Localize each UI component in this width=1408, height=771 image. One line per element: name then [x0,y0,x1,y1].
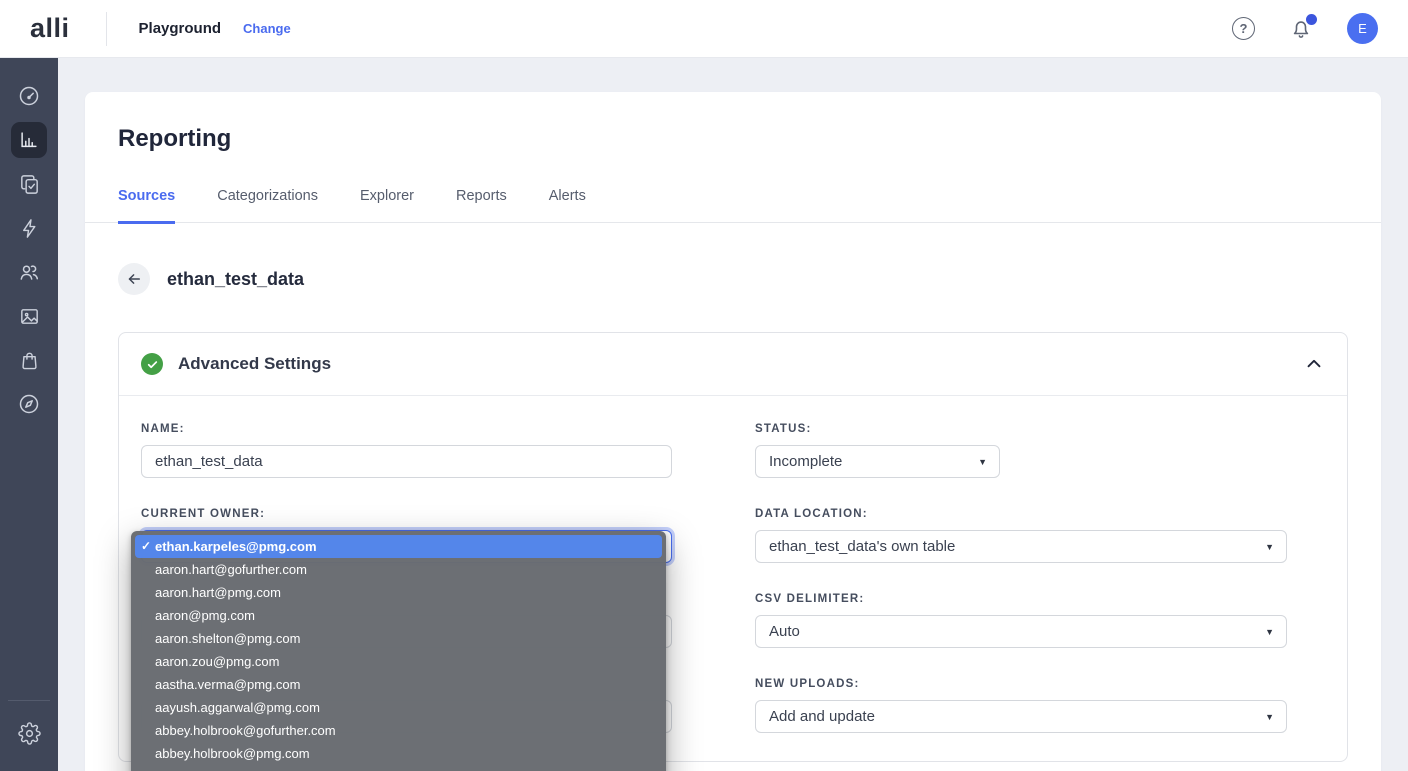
help-icon[interactable]: ? [1232,17,1255,40]
status-field-group: STATUS: Incomplete ▼ [755,422,1287,478]
tab-bar: Sources Categorizations Explorer Reports… [85,180,1381,223]
tab-categorizations[interactable]: Categorizations [217,180,318,222]
owner-option[interactable]: aaron.zou@pmg.com [135,650,662,673]
advanced-settings-card: Advanced Settings NAME: STATUS: [118,332,1348,762]
check-circle-icon [141,353,163,375]
owner-option[interactable]: aaron.hart@pmg.com [135,581,662,604]
advanced-settings-title: Advanced Settings [178,354,331,374]
source-header: ethan_test_data [118,263,1348,295]
owner-option-label: ethan.karpeles@pmg.com [155,539,317,554]
sidebar-item-reporting[interactable] [11,122,47,158]
top-header: alli Playground Change ? E [0,0,1408,58]
data-location-label: DATA LOCATION: [755,507,1287,521]
users-icon [17,260,41,284]
current-owner-field-group: CURRENT OWNER: ▼ ✓ ethan.karpeles@pmg.co… [141,507,672,563]
new-uploads-label: NEW UPLOADS: [755,677,1287,691]
sidebar-item-settings[interactable] [11,715,47,751]
back-button[interactable] [118,263,150,295]
tab-reports[interactable]: Reports [456,180,507,222]
notification-badge [1306,14,1317,25]
caret-down-icon: ▼ [1265,712,1274,722]
owner-option-label: abbey.holbrook@gofurther.com [155,723,336,738]
sidebar-item-creative[interactable] [11,298,47,334]
user-avatar[interactable]: E [1347,13,1378,44]
owner-option-selected[interactable]: ✓ ethan.karpeles@pmg.com [135,535,662,558]
lightning-icon [18,217,41,240]
owner-option-label: aaron.shelton@pmg.com [155,631,300,646]
chevron-up-icon[interactable] [1303,353,1325,375]
new-uploads-field-group: NEW UPLOADS: Add and update ▼ [755,677,1287,733]
tab-explorer[interactable]: Explorer [360,180,414,222]
csv-delimiter-field-group: CSV DELIMITER: Auto ▼ [755,592,1287,648]
sidebar-divider [8,700,50,701]
owner-option[interactable]: abbey.holbrook@gofurther.com [135,719,662,742]
owner-option[interactable]: aayush.aggarwal@pmg.com [135,696,662,719]
source-title: ethan_test_data [167,269,304,290]
csv-delimiter-select[interactable]: Auto ▼ [755,615,1287,648]
data-location-value: ethan_test_data's own table [769,538,955,555]
sidebar-item-discover[interactable] [11,386,47,422]
caret-down-icon: ▼ [1265,627,1274,637]
owner-option-label: aaron.zou@pmg.com [155,654,279,669]
sidebar-item-shopping[interactable] [11,342,47,378]
owner-option-label: aaron.hart@gofurther.com [155,562,307,577]
alli-logo: alli [30,13,70,44]
name-label: NAME: [141,422,672,436]
tab-alerts[interactable]: Alerts [549,180,586,222]
owner-option-label: aaron.hart@pmg.com [155,585,281,600]
shopping-bag-icon [18,349,41,372]
header-divider [106,12,107,46]
name-field-group: NAME: [141,422,672,478]
owner-option[interactable]: aastha.verma@pmg.com [135,673,662,696]
name-input[interactable] [141,445,672,478]
notifications-button[interactable] [1289,17,1313,41]
gear-icon [18,722,41,745]
bar-chart-icon [18,129,40,151]
status-value: Incomplete [769,453,842,470]
status-label: STATUS: [755,422,1287,436]
gauge-icon [17,84,41,108]
data-location-select[interactable]: ethan_test_data's own table ▼ [755,530,1287,563]
sidebar-item-dashboard[interactable] [11,78,47,114]
owner-option-label: aayush.aggarwal@pmg.com [155,700,320,715]
workspace-name: Playground [139,20,222,37]
owner-option[interactable]: aaron@pmg.com [135,604,662,627]
new-uploads-value: Add and update [769,708,875,725]
reporting-card: Reporting Sources Categorizations Explor… [85,92,1381,771]
owner-option-label: aastha.verma@pmg.com [155,677,300,692]
new-uploads-select[interactable]: Add and update ▼ [755,700,1287,733]
sidebar-item-audiences[interactable] [11,254,47,290]
current-owner-label: CURRENT OWNER: [141,507,672,521]
owner-option-label: aaron@pmg.com [155,608,255,623]
caret-down-icon: ▼ [1265,542,1274,552]
caret-down-icon: ▼ [978,457,987,467]
change-workspace-link[interactable]: Change [243,21,291,36]
csv-delimiter-value: Auto [769,623,800,640]
owner-option[interactable]: abbey.holbrook@pmg.com [135,742,662,765]
checkmark-icon: ✓ [141,535,151,558]
left-sidebar [0,58,58,771]
compass-icon [17,392,41,416]
advanced-settings-header[interactable]: Advanced Settings [119,333,1347,396]
data-location-field-group: DATA LOCATION: ethan_test_data's own tab… [755,507,1287,563]
arrow-left-icon [125,270,143,288]
owner-option[interactable]: aaron.shelton@pmg.com [135,627,662,650]
owner-dropdown-popup: ✓ ethan.karpeles@pmg.com aaron.hart@gofu… [131,531,666,771]
owner-option[interactable]: aaron.hart@gofurther.com [135,558,662,581]
main-content: Reporting Sources Categorizations Explor… [58,0,1408,771]
image-icon [18,305,41,328]
tab-sources[interactable]: Sources [118,180,175,224]
page-title: Reporting [85,92,1381,153]
owner-option[interactable]: abhi.lawrence@pmg.com [135,765,662,771]
clipboard-check-icon [18,173,41,196]
owner-option-label: abbey.holbrook@pmg.com [155,746,310,761]
sidebar-item-tasks[interactable] [11,166,47,202]
csv-delimiter-label: CSV DELIMITER: [755,592,1287,606]
sidebar-item-automations[interactable] [11,210,47,246]
status-select[interactable]: Incomplete ▼ [755,445,1000,478]
